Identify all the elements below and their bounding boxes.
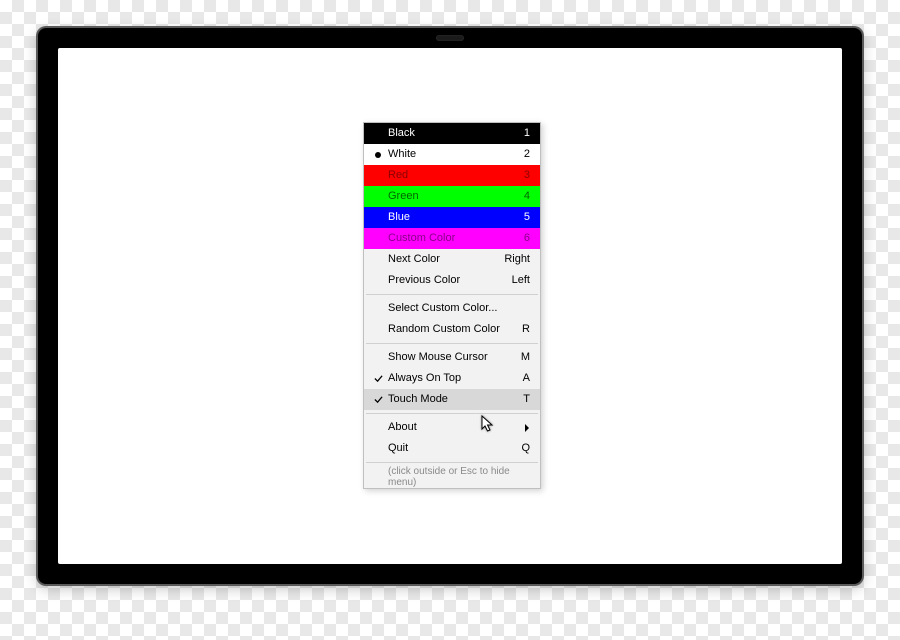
tablet-camera	[436, 35, 464, 41]
menu-separator	[366, 462, 538, 463]
menu-shortcut: Right	[496, 249, 530, 270]
menu-label: Blue	[388, 207, 516, 228]
menu-shortcut: T	[515, 389, 530, 410]
menu-item-about[interactable]: About	[364, 417, 540, 438]
menu-shortcut: 4	[516, 186, 530, 207]
menu-item-random-custom-color[interactable]: Random Custom Color R	[364, 319, 540, 340]
checkmark-icon	[368, 374, 388, 383]
menu-separator	[366, 343, 538, 344]
menu-shortcut: 2	[516, 144, 530, 165]
menu-item-next-color[interactable]: Next Color Right	[364, 249, 540, 270]
menu-label: Custom Color	[388, 228, 516, 249]
tablet-frame: Black1White2Red3Green4Blue5Custom Color6…	[38, 28, 862, 584]
menu-shortcut: 5	[516, 207, 530, 228]
menu-shortcut: 1	[516, 123, 530, 144]
context-menu: Black1White2Red3Green4Blue5Custom Color6…	[363, 122, 541, 489]
menu-item-color-green[interactable]: Green4	[364, 186, 540, 207]
menu-shortcut: M	[513, 347, 530, 368]
menu-label: White	[388, 144, 516, 165]
menu-shortcut: Left	[504, 270, 530, 291]
menu-label: Green	[388, 186, 516, 207]
menu-shortcut: A	[515, 368, 530, 389]
menu-label: Red	[388, 165, 516, 186]
menu-item-color-black[interactable]: Black1	[364, 123, 540, 144]
menu-label: Previous Color	[388, 270, 504, 291]
submenu-arrow-icon	[516, 424, 530, 432]
menu-item-quit[interactable]: Quit Q	[364, 438, 540, 459]
menu-item-select-custom-color[interactable]: Select Custom Color...	[364, 298, 540, 319]
menu-shortcut: Q	[513, 438, 530, 459]
menu-label: Next Color	[388, 249, 496, 270]
tablet-screen[interactable]: Black1White2Red3Green4Blue5Custom Color6…	[58, 48, 842, 564]
menu-shortcut: R	[514, 319, 530, 340]
menu-item-color-white[interactable]: White2	[364, 144, 540, 165]
menu-item-previous-color[interactable]: Previous Color Left	[364, 270, 540, 291]
menu-label: Select Custom Color...	[388, 298, 530, 319]
checkmark-icon	[368, 395, 388, 404]
menu-item-color-blue[interactable]: Blue5	[364, 207, 540, 228]
menu-shortcut: 6	[516, 228, 530, 249]
menu-item-show-mouse-cursor[interactable]: Show Mouse Cursor M	[364, 347, 540, 368]
menu-shortcut: 3	[516, 165, 530, 186]
menu-item-color-red[interactable]: Red3	[364, 165, 540, 186]
menu-label: Black	[388, 123, 516, 144]
menu-hint: (click outside or Esc to hide menu)	[364, 466, 540, 488]
menu-separator	[366, 294, 538, 295]
menu-item-touch-mode[interactable]: Touch Mode T	[364, 389, 540, 410]
selected-dot-icon	[375, 152, 381, 158]
menu-label: Show Mouse Cursor	[388, 347, 513, 368]
menu-label: About	[388, 417, 516, 438]
menu-label: Random Custom Color	[388, 319, 514, 340]
menu-separator	[366, 413, 538, 414]
menu-label: Always On Top	[388, 368, 515, 389]
menu-label: Touch Mode	[388, 389, 515, 410]
menu-label: Quit	[388, 438, 513, 459]
menu-item-color-custom-color[interactable]: Custom Color6	[364, 228, 540, 249]
menu-item-always-on-top[interactable]: Always On Top A	[364, 368, 540, 389]
